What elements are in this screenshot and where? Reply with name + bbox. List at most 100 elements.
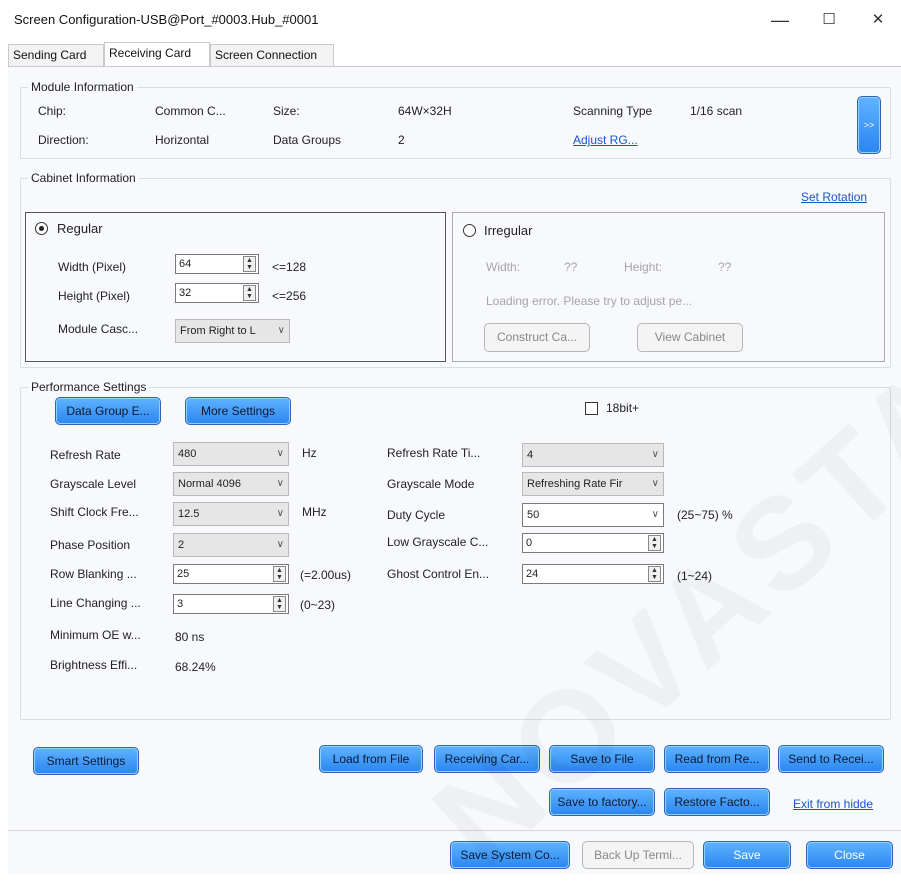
duty-cycle-label: Duty Cycle (387, 508, 446, 522)
duty-cycle-select[interactable]: 50 ∨ (522, 503, 664, 527)
grayscale-level-value: Normal 4096 (178, 478, 241, 490)
refresh-rate-unit: Hz (302, 446, 317, 460)
module-information-group (20, 87, 891, 159)
construct-cabinet-button[interactable]: Construct Ca... (484, 323, 590, 352)
size-label: Size: (273, 104, 300, 118)
adjust-rg-link[interactable]: Adjust RG... (573, 133, 638, 147)
refresh-rate-times-select[interactable]: 4 ∨ (522, 443, 664, 467)
close-icon[interactable]: ✕ (864, 8, 892, 32)
refresh-rate-select[interactable]: 480 ∨ (173, 442, 289, 466)
save-to-file-button[interactable]: Save to File (549, 745, 655, 773)
width-pixel-input[interactable]: 64 ▲ ▼ (175, 254, 259, 274)
module-cascade-select[interactable]: From Right to L ∨ (175, 319, 290, 343)
grayscale-mode-select[interactable]: Refreshing Rate Fir ∨ (522, 472, 664, 496)
regular-radio[interactable] (35, 222, 48, 235)
chevron-down-icon: ∨ (651, 449, 659, 460)
module-cascade-value: From Right to L (180, 325, 256, 337)
height-limit: <=256 (272, 289, 307, 303)
direction-value: Horizontal (155, 133, 210, 147)
bit18-label: 18bit+ (606, 401, 640, 415)
refresh-rate-value: 480 (178, 448, 197, 460)
minimize-icon[interactable]: — (766, 8, 794, 32)
shift-clock-unit: MHz (302, 505, 327, 519)
spin-arrows-icon[interactable]: ▲ ▼ (648, 566, 661, 582)
height-pixel-label: Height (Pixel) (58, 289, 131, 303)
chevron-down-icon: ∨ (651, 509, 659, 520)
view-cabinet-button[interactable]: View Cabinet (637, 323, 743, 352)
height-pixel-value: 32 (179, 287, 192, 299)
duty-cycle-value: 50 (527, 509, 540, 521)
line-changing-note: (0~23) (300, 598, 336, 612)
irregular-width-label: Width: (486, 260, 521, 274)
read-from-receiving-card-button[interactable]: Read from Re... (664, 745, 770, 773)
brightness-efficiency-label: Brightness Effi... (50, 658, 138, 672)
tab-screen-connection[interactable]: Screen Connection (210, 44, 334, 66)
performance-settings-group (20, 387, 891, 720)
set-rotation-link[interactable]: Set Rotation (801, 190, 867, 204)
spin-arrows-icon[interactable]: ▲ ▼ (648, 535, 661, 551)
grayscale-level-select[interactable]: Normal 4096 ∨ (173, 472, 289, 496)
expand-module-button[interactable]: >> (857, 96, 881, 154)
shift-clock-select[interactable]: 12.5 ∨ (173, 502, 289, 526)
ghost-control-label: Ghost Control En... (387, 567, 490, 581)
spin-arrows-icon[interactable]: ▲ ▼ (243, 256, 256, 272)
ghost-control-value: 24 (526, 568, 539, 580)
window-title: Screen Configuration-USB@Port_#0003.Hub_… (14, 12, 319, 27)
refresh-rate-times-value: 4 (527, 449, 534, 461)
height-pixel-input[interactable]: 32 ▲ ▼ (175, 283, 259, 303)
low-grayscale-label: Low Grayscale C... (387, 535, 489, 549)
irregular-error-text: Loading error. Please try to adjust pe..… (486, 294, 693, 308)
spin-arrows-icon[interactable]: ▲ ▼ (273, 596, 286, 612)
spin-arrows-icon[interactable]: ▲ ▼ (243, 285, 256, 301)
cabinet-information-legend: Cabinet Information (28, 171, 139, 185)
irregular-radio[interactable] (463, 224, 476, 237)
data-groups-value: 2 (398, 133, 405, 147)
bit18-checkbox[interactable] (585, 402, 598, 415)
size-value: 64W×32H (398, 104, 452, 118)
load-from-file-button[interactable]: Load from File (319, 745, 423, 773)
receiving-card-button[interactable]: Receiving Car... (434, 745, 540, 773)
irregular-height-label: Height: (624, 260, 663, 274)
phase-position-label: Phase Position (50, 538, 131, 552)
back-up-terminal-button[interactable]: Back Up Termi... (582, 841, 694, 869)
save-system-config-button[interactable]: Save System Co... (450, 841, 570, 869)
spin-arrows-icon[interactable]: ▲ ▼ (273, 566, 286, 582)
chip-label: Chip: (38, 104, 67, 118)
low-grayscale-value: 0 (526, 537, 533, 549)
footer-divider (8, 830, 901, 831)
restore-factory-button[interactable]: Restore Facto... (664, 788, 770, 816)
performance-settings-legend: Performance Settings (28, 380, 150, 394)
grayscale-level-label: Grayscale Level (50, 477, 137, 491)
line-changing-input[interactable]: 3 ▲ ▼ (173, 594, 289, 614)
phase-position-value: 2 (178, 539, 185, 551)
save-button[interactable]: Save (703, 841, 791, 869)
module-information-legend: Module Information (28, 80, 137, 94)
grayscale-mode-value: Refreshing Rate Fir (527, 478, 623, 490)
ghost-control-input[interactable]: 24 ▲ ▼ (522, 564, 664, 584)
low-grayscale-input[interactable]: 0 ▲ ▼ (522, 533, 664, 553)
row-blanking-input[interactable]: 25 ▲ ▼ (173, 564, 289, 584)
close-button[interactable]: Close (806, 841, 893, 869)
phase-position-select[interactable]: 2 ∨ (173, 533, 289, 557)
row-blanking-note: (=2.00us) (300, 568, 352, 582)
chevron-down-icon: ∨ (276, 448, 284, 459)
width-pixel-value: 64 (179, 258, 192, 270)
smart-settings-button[interactable]: Smart Settings (33, 747, 139, 775)
chevron-down-icon: ∨ (276, 508, 284, 519)
maximize-icon[interactable]: ☐ (815, 8, 843, 32)
duty-cycle-note: (25~75) % (677, 508, 733, 522)
regular-label: Regular (57, 221, 103, 236)
chevron-down-icon: ∨ (277, 325, 285, 336)
tab-receiving-card[interactable]: Receiving Card (104, 42, 210, 67)
irregular-label: Irregular (484, 223, 533, 238)
brightness-efficiency-value: 68.24% (175, 660, 216, 674)
more-settings-button[interactable]: More Settings (185, 397, 291, 425)
save-to-factory-button[interactable]: Save to factory... (549, 788, 655, 816)
send-to-receiving-card-button[interactable]: Send to Recei... (778, 745, 884, 773)
width-limit: <=128 (272, 260, 307, 274)
exit-hidden-link[interactable]: Exit from hidde (793, 797, 873, 811)
tab-sending-card[interactable]: Sending Card (8, 44, 104, 66)
chevron-down-icon: ∨ (651, 478, 659, 489)
module-cascade-label: Module Casc... (58, 322, 139, 336)
data-group-button[interactable]: Data Group E... (55, 397, 161, 425)
